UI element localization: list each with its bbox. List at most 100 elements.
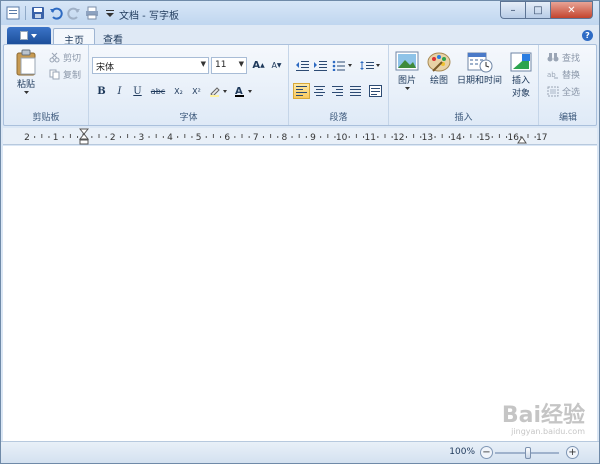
font-family-dropdown[interactable]: 宋体 ▼ (92, 57, 209, 74)
maximize-button[interactable]: □ (525, 1, 550, 19)
help-icon[interactable]: ? (582, 30, 593, 41)
decrease-indent-icon (295, 60, 309, 71)
ruler-number: 6 (224, 133, 230, 143)
ruler-tick (434, 136, 436, 138)
font-color-button[interactable]: A (232, 83, 256, 99)
ruler-number: 9 (310, 133, 316, 143)
line-spacing-icon (360, 60, 380, 70)
increase-indent-button[interactable] (311, 57, 328, 73)
chevron-down-icon (23, 91, 29, 94)
paint-label: 绘图 (429, 76, 448, 86)
print-icon[interactable] (84, 5, 100, 21)
paragraph-settings-button[interactable] (367, 83, 384, 99)
insert-object-button[interactable]: 插入 对象 (509, 51, 533, 99)
right-indent-marker-icon[interactable] (517, 134, 527, 144)
ruler-tick (241, 134, 243, 138)
align-center-icon (314, 86, 325, 96)
ruler-tick (212, 134, 214, 138)
ruler-scale: 211234567891011121314151617 (24, 133, 547, 143)
subscript-button[interactable]: X₂ (170, 83, 187, 99)
ruler[interactable]: 211234567891011121314151617 (3, 128, 597, 145)
paste-button[interactable]: 粘贴 (14, 49, 38, 95)
watermark-text: Bai经验 (501, 403, 585, 428)
replace-button[interactable]: ab 替换 (547, 68, 580, 81)
ribbon: 粘贴 剪切 复制 剪贴板 宋体 ▼ 11 ▼ A ▲ A ▼ B I U abc… (3, 44, 597, 126)
find-button[interactable]: 查找 (547, 51, 580, 64)
ribbon-tab-bar: 主页 查看 ? (1, 25, 599, 47)
zoom-out-button[interactable]: − (480, 446, 493, 459)
picture-button[interactable]: 图片 (395, 51, 419, 91)
align-left-button[interactable] (293, 83, 310, 99)
ruler-tick (191, 136, 193, 138)
scissors-icon (49, 52, 60, 63)
toolbar-separator (25, 6, 26, 20)
justify-button[interactable] (347, 83, 364, 99)
ruler-number: 3 (139, 133, 145, 143)
shrink-font-button[interactable]: A ▼ (268, 57, 285, 73)
quick-access-toolbar (5, 5, 118, 21)
ruler-number: 10 (336, 133, 348, 143)
font-size-value: 11 (215, 60, 227, 70)
calendar-clock-icon (467, 52, 492, 73)
grow-font-label: A (252, 59, 261, 71)
ruler-tick (148, 136, 150, 138)
date-time-label: 日期和时间 (457, 76, 503, 86)
ruler-tick (498, 134, 500, 138)
copy-button[interactable]: 复制 (49, 68, 81, 81)
ruler-tick (413, 134, 415, 138)
ruler-number: 15 (479, 133, 490, 143)
align-right-button[interactable] (329, 83, 346, 99)
ruler-tick (119, 136, 121, 138)
customize-icon[interactable] (102, 5, 118, 21)
ruler-number: 17 (536, 133, 547, 143)
font-color-icon: A (235, 86, 252, 97)
ruler-tick (34, 136, 36, 138)
tab-home[interactable]: 主页 (53, 28, 95, 47)
grow-font-button[interactable]: A ▲ (250, 57, 267, 73)
ruler-tick (355, 134, 357, 138)
font-family-value: 宋体 (96, 63, 115, 73)
ruler-tick (91, 136, 93, 138)
ruler-tick (105, 136, 107, 138)
indent-marker-icon[interactable] (79, 128, 89, 145)
object-icon (510, 52, 532, 72)
ruler-number: 13 (422, 133, 433, 143)
close-button[interactable]: ✕ (550, 1, 593, 19)
ruler-tick (298, 134, 300, 138)
tab-view[interactable]: 查看 (93, 28, 133, 46)
paste-label: 粘贴 (16, 80, 35, 90)
undo-icon[interactable] (48, 5, 64, 21)
select-all-button[interactable]: 全选 (547, 85, 580, 98)
app-icon[interactable] (5, 5, 21, 21)
zoom-slider-thumb[interactable] (525, 447, 531, 459)
highlight-button[interactable] (207, 83, 231, 99)
bullets-button[interactable] (331, 57, 355, 73)
status-bar: 100% − + (1, 441, 599, 463)
ruler-number: 1 (53, 133, 59, 143)
minimize-button[interactable]: – (500, 1, 525, 19)
line-spacing-button[interactable] (359, 57, 383, 73)
cut-button[interactable]: 剪切 (49, 51, 81, 64)
bold-button[interactable]: B (93, 83, 110, 99)
font-size-dropdown[interactable]: 11 ▼ (211, 57, 247, 74)
zoom-in-button[interactable]: + (566, 446, 579, 459)
strikethrough-button[interactable]: abc (147, 83, 169, 99)
editing-group-label: 编辑 (558, 113, 577, 123)
save-icon[interactable] (30, 5, 46, 21)
italic-button[interactable]: I (111, 83, 128, 99)
ruler-tick (134, 136, 136, 138)
align-center-button[interactable] (311, 83, 328, 99)
copy-icon (49, 69, 60, 80)
date-time-button[interactable]: 日期和时间 (457, 51, 502, 86)
copy-label: 复制 (63, 71, 82, 81)
ruler-tick (377, 136, 379, 138)
align-right-icon (332, 86, 343, 96)
insert-object-label-2: 对象 (511, 89, 530, 99)
application-menu-button[interactable] (7, 27, 51, 44)
decrease-indent-button[interactable] (293, 57, 310, 73)
paint-drawing-button[interactable]: 绘图 (427, 51, 451, 86)
ruler-tick (48, 136, 50, 138)
underline-button[interactable]: U (129, 83, 146, 99)
redo-icon[interactable] (66, 5, 82, 21)
superscript-button[interactable]: X² (188, 83, 205, 99)
